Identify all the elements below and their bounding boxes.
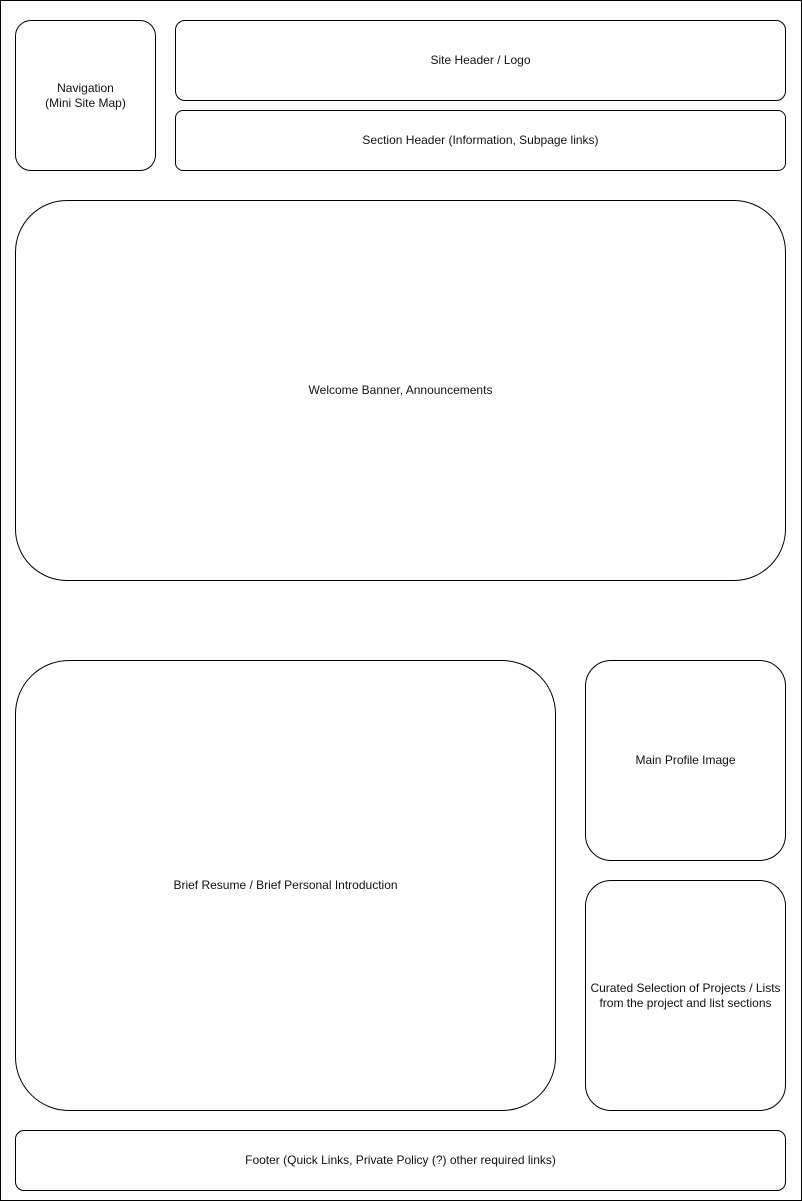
- navigation-box: Navigation (Mini Site Map): [15, 20, 156, 171]
- section-header-label: Section Header (Information, Subpage lin…: [362, 133, 599, 147]
- welcome-banner-box: Welcome Banner, Announcements: [15, 200, 786, 581]
- welcome-banner-label: Welcome Banner, Announcements: [308, 383, 493, 397]
- footer-label: Footer (Quick Links, Private Policy (?) …: [245, 1153, 556, 1167]
- section-header-box: Section Header (Information, Subpage lin…: [175, 110, 786, 171]
- profile-image-label: Main Profile Image: [635, 753, 736, 767]
- brief-resume-label: Brief Resume / Brief Personal Introducti…: [173, 878, 398, 892]
- curated-selection-label: Curated Selection of Projects / Lists fr…: [590, 980, 781, 1010]
- curated-selection-box: Curated Selection of Projects / Lists fr…: [585, 880, 786, 1111]
- profile-image-box: Main Profile Image: [585, 660, 786, 861]
- footer-box: Footer (Quick Links, Private Policy (?) …: [15, 1130, 786, 1191]
- site-header-label: Site Header / Logo: [430, 53, 531, 67]
- brief-resume-box: Brief Resume / Brief Personal Introducti…: [15, 660, 556, 1111]
- navigation-label: Navigation (Mini Site Map): [45, 80, 126, 110]
- site-header-box: Site Header / Logo: [175, 20, 786, 101]
